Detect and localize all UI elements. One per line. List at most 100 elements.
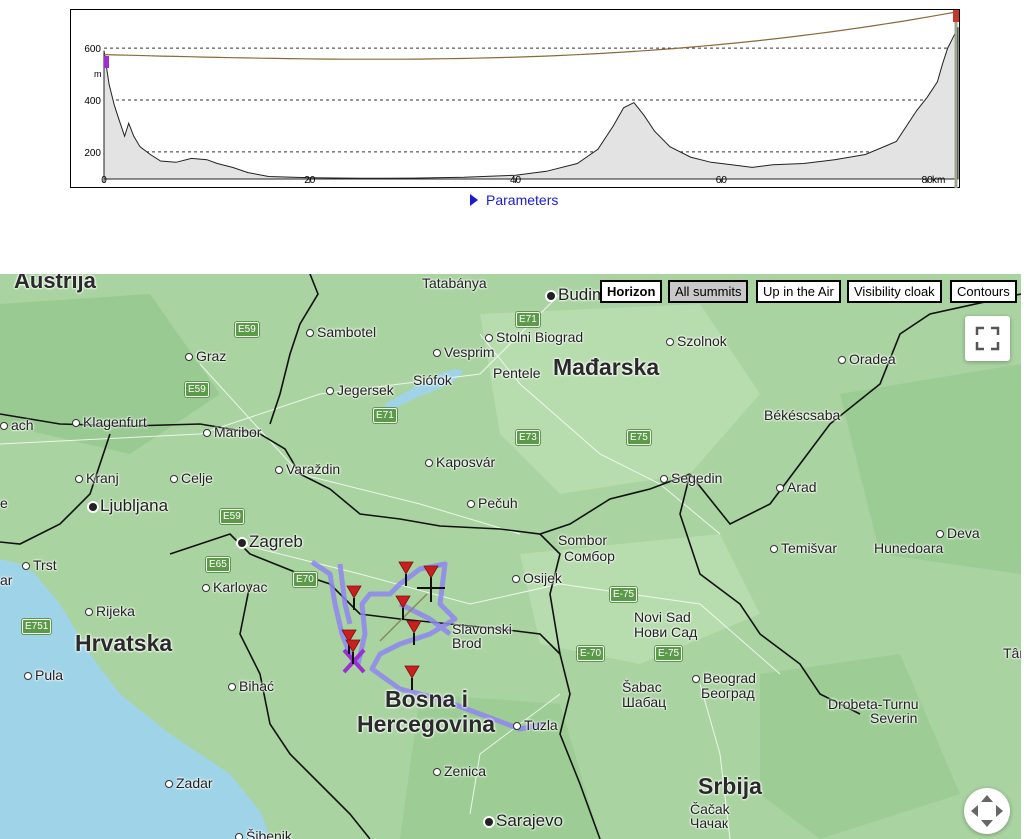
country-label-serbia: Srbija: [698, 773, 762, 799]
city-dot-icon: [0, 422, 8, 431]
city-label-arad: Arad: [776, 479, 817, 495]
city-label-novisad_lat: Novi Sad: [634, 609, 691, 625]
city-name: Sambotel: [317, 324, 377, 340]
city-dot-icon: [838, 356, 846, 365]
city-label-jegersek: Jegersek: [326, 382, 394, 398]
city-label-vesprim: Vesprim: [433, 344, 495, 360]
city-name: Zadar: [176, 775, 213, 791]
capital-dot-icon: [485, 817, 493, 826]
city-label-e_left: e: [0, 495, 8, 511]
city-dot-icon: [75, 475, 83, 484]
profile-y-tick: 400: [84, 96, 101, 107]
city-dot-icon: [425, 459, 433, 468]
city-name: Kaposvár: [436, 454, 496, 470]
city-label-oradea: Oradea: [838, 351, 896, 367]
city-dot-icon: [306, 329, 314, 338]
pan-control-button[interactable]: [964, 788, 1010, 834]
city-label-ar: ar: [0, 572, 12, 588]
city-dot-icon: [24, 672, 32, 681]
road-shield-e65: E65: [205, 556, 231, 573]
elevation-profile-chart[interactable]: 600 400 200 m 0 20 40 60 80 km: [70, 9, 961, 189]
city-label-maribor: Maribor: [203, 424, 261, 440]
city-dot-icon: [433, 768, 441, 777]
city-name: Vesprim: [444, 344, 495, 360]
city-dot-icon: [936, 530, 944, 539]
city-dot-icon: [228, 683, 236, 692]
city-label-deva: Deva: [936, 525, 980, 541]
city-label-karlovac: Karlovac: [202, 579, 267, 595]
country-label-croatia: Hrvatska: [75, 630, 173, 656]
road-shield-e73: E73: [515, 429, 541, 446]
city-name: Temišvar: [781, 540, 838, 556]
capital-dot-icon: [238, 538, 246, 547]
city-name: Hunedoara: [874, 540, 944, 556]
elevation-profile-svg: 600400200m0 20 40 60 80 km: [70, 9, 960, 188]
road-shield-e70b: E-70: [575, 645, 606, 662]
map-button-contours[interactable]: Contours: [950, 280, 1017, 303]
capital-ljubljana: Ljubljana: [89, 496, 168, 516]
city-label-celje: Celje: [170, 470, 213, 486]
city-label-ach: ach: [0, 417, 34, 433]
city-name: Beograd: [703, 670, 756, 686]
city-name: Jegersek: [337, 382, 394, 398]
city-dot-icon: [72, 419, 80, 428]
city-name: Pentele: [493, 365, 541, 381]
fullscreen-button[interactable]: [965, 316, 1010, 361]
map-button-horizon[interactable]: Horizon: [600, 280, 663, 303]
city-name: Београд: [701, 685, 755, 701]
city-name: Segedin: [671, 470, 723, 486]
city-dot-icon: [666, 338, 674, 347]
city-label-sombor_cyr: Сомбор: [564, 548, 615, 564]
city-name: Deva: [947, 525, 980, 541]
city-label-severin: Severin: [870, 710, 917, 726]
capital-sarajevo: Sarajevo: [485, 811, 563, 831]
capital-label: Ljubljana: [100, 496, 169, 515]
city-name: Trst: [33, 557, 57, 573]
profile-x-tick: 20: [304, 175, 316, 186]
city-label-sabac_cyr: Шабац: [622, 694, 666, 710]
country-label-austria: Austrija: [14, 274, 96, 293]
capital-dot-icon: [547, 291, 555, 300]
map-view[interactable]: Austrija Mađarska Hrvatska Bosna i Herce…: [0, 274, 1021, 839]
road-shield-e71a: E71: [515, 311, 541, 328]
map-button-up-in-the-air[interactable]: Up in the Air: [756, 280, 841, 303]
city-name: Arad: [787, 479, 817, 495]
city-dot-icon: [467, 500, 475, 509]
city-label-rijeka: Rijeka: [85, 603, 135, 619]
road-shield-e70a: E70: [292, 571, 318, 588]
road-shield-e75a: E75: [626, 429, 652, 446]
city-label-beograd_lat: Beograd: [692, 670, 756, 686]
city-name: Чачак: [690, 815, 729, 831]
map-button-visibility-cloak[interactable]: Visibility cloak: [847, 280, 942, 303]
city-dot-icon: [770, 545, 778, 554]
road-shield-e751: E751: [20, 618, 53, 635]
city-label-zadar: Zadar: [165, 775, 213, 791]
city-name: Brod: [452, 635, 482, 651]
city-label-kaposvar: Kaposvár: [425, 454, 495, 470]
city-label-targu: Târgu: [1003, 645, 1021, 661]
city-label-sibenik: Šibenik: [235, 828, 292, 839]
profile-y-unit: m: [94, 69, 102, 79]
capital-label: Budim: [558, 285, 607, 304]
city-dot-icon: [85, 608, 93, 617]
city-name: Varaždin: [286, 461, 341, 477]
city-name: Graz: [196, 348, 227, 364]
city-label-sombor_lat: Sombor: [558, 532, 607, 548]
road-shield-e59a: E59: [234, 321, 260, 338]
city-name: Severin: [870, 710, 918, 726]
city-label-bihac: Bihać: [228, 678, 274, 694]
road-shield-e59b: E59: [184, 381, 210, 398]
city-label-trst: Trst: [22, 557, 57, 573]
city-label-stolni: Stolni Biograd: [485, 329, 583, 345]
city-label-temisvar: Temišvar: [770, 540, 837, 556]
summit-marker-icon: [346, 585, 362, 610]
forest-patch: [760, 654, 960, 839]
map-button-all-summits[interactable]: All summits: [668, 280, 749, 303]
summit-marker-icon: [423, 565, 439, 590]
city-label-novisad_cyr: Нови Сад: [634, 624, 697, 640]
profile-y-tick: 600: [84, 44, 101, 55]
city-name: Kranj: [86, 470, 119, 486]
parameters-toggle[interactable]: Parameters: [470, 192, 558, 208]
expand-triangle-icon: [470, 194, 478, 206]
end-marker: [953, 10, 959, 22]
